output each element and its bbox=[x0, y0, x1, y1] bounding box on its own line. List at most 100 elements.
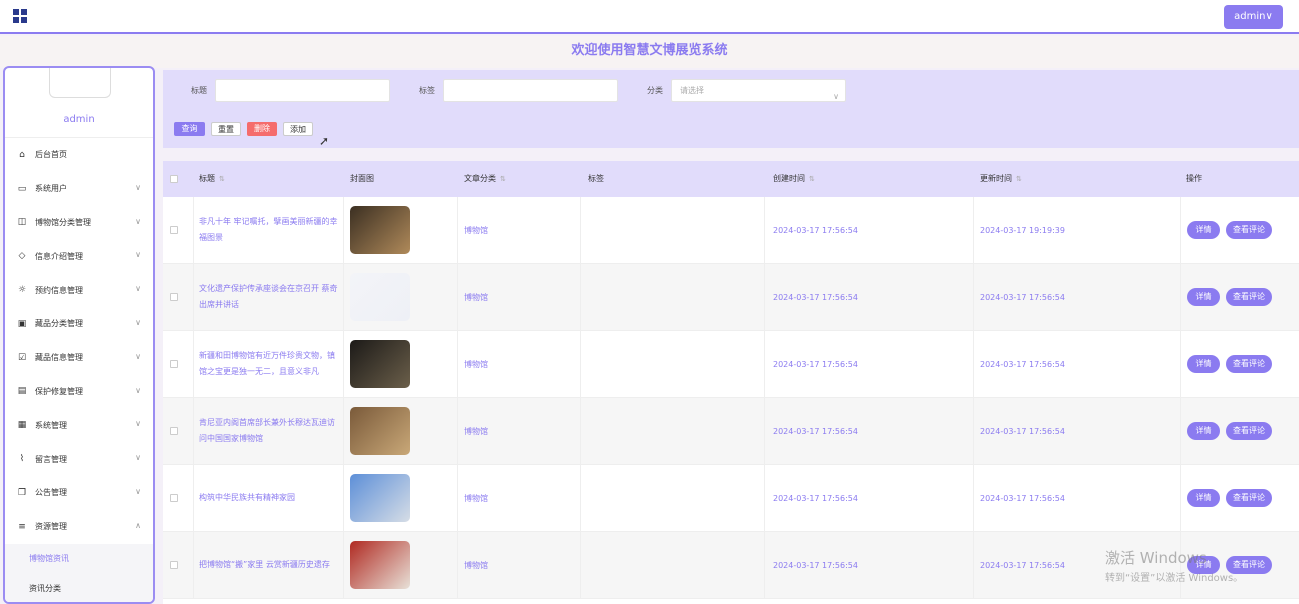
activation-watermark-subtitle: 转到“设置”以激活 Windows。 bbox=[1105, 573, 1244, 584]
created-time: 2024-03-17 17:56:54 bbox=[773, 560, 858, 570]
created-time: 2024-03-17 17:56:54 bbox=[773, 292, 858, 302]
article-category: 博物馆 bbox=[464, 292, 488, 302]
header-updated[interactable]: 更新时间 ⇅ bbox=[980, 161, 1022, 197]
table-body: 非凡十年 牢记嘱托，擘画美丽新疆的幸福图景 博物馆 2024-03-17 17:56… bbox=[163, 197, 1299, 599]
view-comments-button[interactable]: 查看评论 bbox=[1226, 355, 1272, 373]
detail-button[interactable]: 详情 bbox=[1187, 288, 1220, 306]
column-divider bbox=[764, 532, 765, 598]
sidebar-item-label: 博物馆分类管理 bbox=[35, 217, 91, 227]
column-divider bbox=[973, 331, 974, 397]
header-category[interactable]: 文章分类 ⇅ bbox=[464, 161, 506, 197]
row-checkbox[interactable] bbox=[170, 427, 178, 435]
cover-image-cell bbox=[350, 465, 410, 531]
view-comments-button[interactable]: 查看评论 bbox=[1226, 288, 1272, 306]
admin-dropdown-button[interactable]: admin∨ bbox=[1224, 5, 1283, 29]
column-divider bbox=[457, 465, 458, 531]
table-row: 构筑中华民族共有精神家园 博物馆 2024-03-17 17:56:54 2024-0… bbox=[163, 465, 1299, 532]
sidebar-item[interactable]: ▣ 藏品分类管理 ∨ bbox=[5, 307, 153, 341]
sidebar-item[interactable]: ◫ 博物馆分类管理 ∨ bbox=[5, 206, 153, 240]
sidebar-subitem[interactable]: 博物馆资讯 bbox=[5, 543, 153, 574]
column-divider bbox=[580, 465, 581, 531]
chevron-down-icon: ∨ bbox=[135, 182, 141, 192]
table-row: 新疆和田博物馆有近万件珍贵文物，镇馆之宝更是独一无二，且意义非凡 博物馆 2024-… bbox=[163, 331, 1299, 398]
column-divider bbox=[580, 197, 581, 263]
cover-image-cell bbox=[350, 264, 410, 330]
column-divider bbox=[1180, 197, 1181, 263]
title-input[interactable] bbox=[215, 79, 390, 102]
detail-button[interactable]: 详情 bbox=[1187, 489, 1220, 507]
detail-button[interactable]: 详情 bbox=[1187, 355, 1220, 373]
sidebar-item-label: 公告管理 bbox=[35, 488, 67, 498]
reset-button[interactable]: 重置 bbox=[211, 122, 241, 136]
header-title[interactable]: 标题 ⇅ bbox=[199, 161, 225, 197]
sliders-icon: ≡ bbox=[18, 521, 26, 532]
sidebar-item[interactable]: ☑ 藏品信息管理 ∨ bbox=[5, 341, 153, 375]
view-comments-button[interactable]: 查看评论 bbox=[1226, 221, 1272, 239]
sidebar-item[interactable]: ▭ 系统用户 ∨ bbox=[5, 172, 153, 206]
column-divider bbox=[973, 465, 974, 531]
row-checkbox[interactable] bbox=[170, 226, 178, 234]
mouse-cursor-icon: ➚ bbox=[319, 134, 330, 148]
row-checkbox[interactable] bbox=[170, 360, 178, 368]
table-row: 肯尼亚内阁首席部长兼外长穆达瓦迪访问中国国家博物馆 博物馆 2024-03-17 1… bbox=[163, 398, 1299, 465]
cover-image bbox=[350, 474, 410, 522]
sidebar-item[interactable]: ⌂ 后台首页 bbox=[5, 138, 153, 172]
sidebar-item[interactable]: ≡ 资源管理 ∧ bbox=[5, 510, 153, 544]
cover-image bbox=[350, 407, 410, 455]
row-checkbox[interactable] bbox=[170, 494, 178, 502]
category-select[interactable]: 请选择 ∨ bbox=[671, 79, 846, 102]
avatar bbox=[49, 68, 111, 98]
detail-button[interactable]: 详情 bbox=[1187, 221, 1220, 239]
sidebar-item[interactable]: ▦ 系统管理 ∨ bbox=[5, 408, 153, 442]
column-divider bbox=[973, 398, 974, 464]
monitor-icon: ▭ bbox=[17, 183, 27, 194]
menu-grid-icon[interactable] bbox=[13, 9, 27, 23]
detail-button[interactable]: 详情 bbox=[1187, 422, 1220, 440]
column-divider bbox=[457, 197, 458, 263]
cover-image-cell bbox=[350, 197, 410, 263]
view-comments-button[interactable]: 查看评论 bbox=[1226, 489, 1272, 507]
sort-icon: ⇅ bbox=[809, 175, 815, 183]
created-time: 2024-03-17 17:56:54 bbox=[773, 493, 858, 503]
cover-image-cell bbox=[350, 532, 410, 598]
sidebar-item[interactable]: ◇ 信息介绍管理 ∨ bbox=[5, 239, 153, 273]
add-button[interactable]: 添加 bbox=[283, 122, 313, 136]
column-divider bbox=[764, 465, 765, 531]
row-checkbox[interactable] bbox=[170, 293, 178, 301]
column-divider bbox=[193, 465, 194, 531]
row-checkbox[interactable] bbox=[170, 561, 178, 569]
delete-button[interactable]: 删除 bbox=[247, 122, 277, 136]
cover-image bbox=[350, 541, 410, 589]
tag-input[interactable] bbox=[443, 79, 618, 102]
sidebar-item[interactable]: ❐ 公告管理 ∨ bbox=[5, 476, 153, 510]
sidebar: admin ⌂ 后台首页 ▭ 系统用户 ∨ ◫ 博物馆分类管理 ∨ ◇ 信息介绍管理 ∨ ☼ 预约信息管… bbox=[3, 66, 155, 604]
sidebar-item-label: 信息介绍管理 bbox=[35, 251, 83, 261]
sidebar-username: admin bbox=[63, 114, 95, 125]
updated-time: 2024-03-17 17:56:54 bbox=[980, 292, 1065, 302]
column-divider bbox=[457, 331, 458, 397]
query-button[interactable]: 查询 bbox=[174, 122, 205, 136]
data-table: 标题 ⇅ 封面图 文章分类 ⇅ 标签 创建时间 ⇅ 更新时间 ⇅ 操作 非凡十年 牢记嘱… bbox=[163, 161, 1299, 604]
category-placeholder: 请选择 bbox=[680, 86, 704, 95]
header-created[interactable]: 创建时间 ⇅ bbox=[773, 161, 815, 197]
chevron-up-icon: ∧ bbox=[135, 520, 141, 530]
updated-time: 2024-03-17 17:56:54 bbox=[980, 493, 1065, 503]
column-divider bbox=[343, 465, 344, 531]
copy-icon: ❐ bbox=[17, 487, 27, 498]
welcome-title: 欢迎使用智慧文博展览系统 bbox=[0, 36, 1299, 68]
chevron-down-icon: ∨ bbox=[135, 284, 141, 294]
sidebar-item-label: 藏品信息管理 bbox=[35, 353, 83, 363]
top-bar: admin∨ bbox=[0, 0, 1299, 34]
sidebar-item[interactable]: ⌇ 留言管理 ∨ bbox=[5, 442, 153, 476]
updated-time: 2024-03-17 17:56:54 bbox=[980, 560, 1065, 570]
cover-image bbox=[350, 340, 410, 388]
sidebar-item[interactable]: ☼ 预约信息管理 ∨ bbox=[5, 273, 153, 307]
select-all-checkbox[interactable] bbox=[170, 175, 178, 183]
chevron-down-icon: ∨ bbox=[135, 250, 141, 260]
view-comments-button[interactable]: 查看评论 bbox=[1226, 422, 1272, 440]
article-title: 把博物馆“搬”家里 云赏新疆历史遗存 bbox=[199, 560, 330, 569]
sidebar-subitem[interactable]: 资讯分类 bbox=[5, 573, 153, 602]
inbox-icon: ▣ bbox=[17, 318, 27, 329]
sidebar-item[interactable]: ▤ 保护修复管理 ∨ bbox=[5, 375, 153, 409]
clipboard-icon: ☑ bbox=[17, 352, 27, 363]
